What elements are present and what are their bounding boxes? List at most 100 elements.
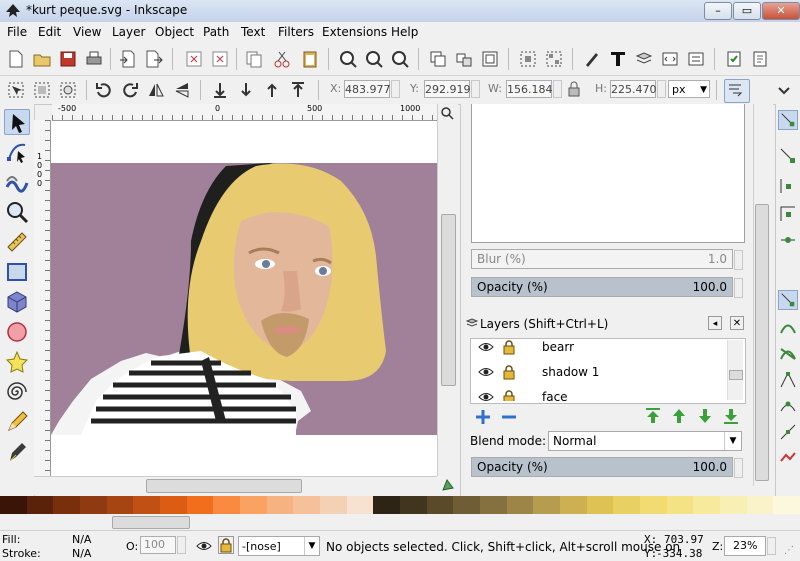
lock-icon[interactable] <box>502 339 516 355</box>
toolbar-overflow-icon[interactable] <box>776 84 792 98</box>
palette-swatch[interactable] <box>533 496 562 514</box>
undo-icon[interactable] <box>184 49 204 69</box>
palette-swatch[interactable] <box>80 496 108 514</box>
zoom-drawing-icon[interactable] <box>364 49 384 69</box>
layer-opacity-slider[interactable]: Opacity (%) 100.0 <box>471 457 733 477</box>
opacity-spinner[interactable] <box>734 278 743 298</box>
flip-horizontal-icon[interactable] <box>146 80 166 100</box>
visibility-eye-icon[interactable] <box>478 365 494 379</box>
group-icon[interactable] <box>518 49 538 69</box>
menu-extensions[interactable]: Extensions <box>322 25 387 39</box>
3d-box-tool-icon[interactable] <box>4 289 30 315</box>
zoom-corner-icon[interactable] <box>440 106 455 121</box>
layer-row[interactable]: bearr <box>472 337 732 361</box>
opacity-slider[interactable]: Opacity (%) 100.0 <box>471 277 733 297</box>
current-layer-select[interactable]: -[nose] ▼ <box>238 536 320 556</box>
layer-lower-icon[interactable] <box>696 407 714 425</box>
opacity-field[interactable]: 100 <box>140 536 176 554</box>
select-all-layers-icon[interactable] <box>32 80 52 100</box>
palette-swatch[interactable] <box>373 496 402 514</box>
snap-bbox-corner-icon[interactable] <box>778 204 798 224</box>
zoom-selection-icon[interactable] <box>338 49 358 69</box>
y-spinner[interactable] <box>471 80 480 98</box>
menu-filters[interactable]: Filters <box>278 25 314 39</box>
unit-select[interactable]: px ▼ <box>668 80 710 98</box>
palette-swatch[interactable] <box>693 496 722 514</box>
palette-swatch[interactable] <box>480 496 508 514</box>
palette-swatch[interactable] <box>400 496 428 514</box>
palette-swatch[interactable] <box>320 496 348 514</box>
palette-swatch[interactable] <box>666 496 695 514</box>
menu-path[interactable]: Path <box>203 25 229 39</box>
layer-opacity-spinner[interactable] <box>734 458 743 478</box>
clone-icon[interactable] <box>454 49 474 69</box>
palette-swatch[interactable] <box>720 496 748 514</box>
rotate-ccw-icon[interactable] <box>94 80 114 100</box>
add-layer-icon[interactable] <box>474 408 492 426</box>
palette-swatch[interactable] <box>53 496 82 514</box>
color-management-icon[interactable] <box>440 477 456 493</box>
layers-scroll-thumb[interactable] <box>729 370 743 380</box>
palette-swatch[interactable] <box>0 496 28 514</box>
tweak-tool-icon[interactable] <box>4 169 30 195</box>
paste-icon[interactable] <box>300 49 320 69</box>
zoom-field[interactable]: 23% <box>724 536 766 556</box>
w-field[interactable]: 156.184 <box>506 80 553 98</box>
lower-to-bottom-icon[interactable] <box>210 80 230 100</box>
layers-scrollbar[interactable] <box>727 340 743 400</box>
menu-edit[interactable]: Edit <box>38 25 61 39</box>
snap-midpoints-icon[interactable] <box>778 422 798 442</box>
menu-view[interactable]: View <box>73 25 101 39</box>
import-icon[interactable] <box>118 49 138 69</box>
transform-stroke-icon[interactable] <box>724 79 750 103</box>
menu-text[interactable]: Text <box>241 25 265 39</box>
deselect-icon[interactable] <box>58 80 78 100</box>
h-spinner[interactable] <box>657 80 666 98</box>
zoom-spinner[interactable] <box>767 537 776 555</box>
rotate-cw-icon[interactable] <box>120 80 140 100</box>
layer-lock-icon[interactable] <box>218 536 234 554</box>
blur-slider[interactable]: Blur (%) 1.0 <box>471 249 733 269</box>
snap-smooth-nodes-icon[interactable] <box>778 396 798 416</box>
palette-swatch[interactable] <box>266 496 295 514</box>
palette-swatch[interactable] <box>506 496 535 514</box>
layer-row[interactable]: shadow 1 <box>472 362 732 386</box>
raise-icon[interactable] <box>262 80 282 100</box>
menu-help[interactable]: Help <box>391 25 418 39</box>
palette-swatch[interactable] <box>746 496 775 514</box>
open-icon[interactable] <box>32 49 52 69</box>
x-spinner[interactable] <box>391 80 400 98</box>
zoom-tool-icon[interactable] <box>4 199 30 225</box>
redo-icon[interactable] <box>210 49 230 69</box>
palette-swatch[interactable] <box>560 496 588 514</box>
close-button[interactable]: ✕ <box>762 2 800 20</box>
spiral-tool-icon[interactable] <box>4 379 30 405</box>
palette-swatch[interactable] <box>613 496 642 514</box>
layer-raise-icon[interactable] <box>670 407 688 425</box>
snap-centers-icon[interactable] <box>778 448 798 468</box>
ellipse-tool-icon[interactable] <box>4 319 30 345</box>
unlink-clone-icon[interactable] <box>480 49 500 69</box>
snap-enable-icon[interactable] <box>778 110 798 130</box>
blur-spinner[interactable] <box>734 250 743 270</box>
rectangle-tool-icon[interactable] <box>4 259 30 285</box>
w-spinner[interactable] <box>553 80 562 98</box>
pen-tool-icon[interactable] <box>4 439 30 465</box>
horizontal-scroll-thumb[interactable] <box>146 479 302 493</box>
palette-swatch[interactable] <box>240 496 268 514</box>
palette-swatch[interactable] <box>773 496 800 514</box>
snap-bbox-midpoint-icon[interactable] <box>778 230 798 250</box>
opacity-spinner[interactable] <box>177 536 186 554</box>
xml-editor-icon[interactable] <box>660 49 680 69</box>
menu-layer[interactable]: Layer <box>112 25 145 39</box>
align-distribute-icon[interactable] <box>686 49 706 69</box>
snap-bbox-icon[interactable] <box>778 146 798 166</box>
preferences-icon[interactable] <box>724 49 744 69</box>
zoom-page-icon[interactable] <box>390 49 410 69</box>
drawing-canvas[interactable] <box>51 121 437 476</box>
palette-scroll-thumb[interactable] <box>112 516 190 529</box>
lock-icon[interactable] <box>502 364 516 380</box>
palette-swatch[interactable] <box>133 496 162 514</box>
panel-close-icon[interactable]: ✕ <box>730 316 744 330</box>
palette-swatch[interactable] <box>213 496 242 514</box>
